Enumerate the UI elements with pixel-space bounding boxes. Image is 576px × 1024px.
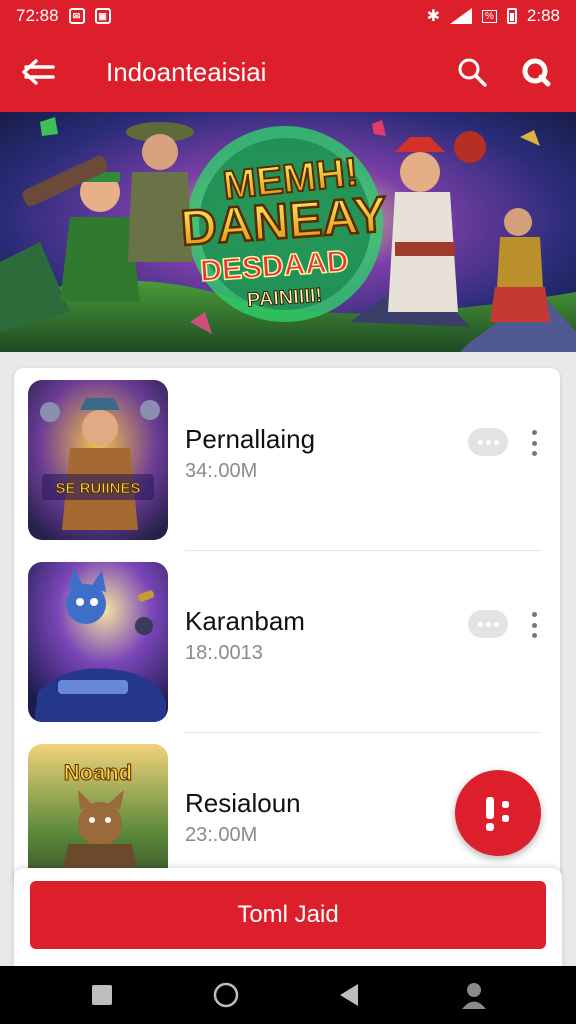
game-thumbnail: SE RUIINES bbox=[28, 380, 168, 540]
back-button[interactable] bbox=[18, 52, 58, 92]
status-time-left: 72:88 bbox=[16, 6, 59, 25]
data-icon: % bbox=[482, 9, 497, 23]
svg-text:Noand: Noand bbox=[64, 760, 132, 785]
signal-icon bbox=[450, 8, 472, 24]
game-thumbnail bbox=[28, 562, 168, 722]
svg-text:SE RUIINES: SE RUIINES bbox=[55, 480, 140, 497]
item-size: 23:.00M bbox=[185, 824, 258, 846]
system-nav-bar bbox=[0, 966, 576, 1024]
more-options-pill[interactable] bbox=[468, 428, 508, 456]
item-title: Resialoun bbox=[185, 788, 301, 818]
item-size: 34:.00M bbox=[185, 460, 258, 482]
square-icon bbox=[92, 985, 112, 1005]
back-nav-button[interactable] bbox=[330, 975, 370, 1015]
profile-button[interactable] bbox=[454, 975, 494, 1015]
notification-icon: ▣ bbox=[94, 8, 111, 24]
floating-action-button[interactable] bbox=[455, 770, 541, 856]
list-item[interactable]: SE RUIINES Pernallaing 34:.00M bbox=[14, 368, 560, 550]
search-button[interactable] bbox=[450, 50, 494, 94]
battery-icon bbox=[506, 8, 517, 24]
page-title: Indoanteaisiai bbox=[106, 56, 267, 87]
app-notification-icon: ✉ bbox=[68, 8, 85, 24]
home-button[interactable] bbox=[206, 975, 246, 1015]
item-title: Karanbam bbox=[185, 606, 305, 636]
more-options-pill[interactable] bbox=[468, 610, 508, 638]
triangle-back-icon bbox=[340, 984, 358, 1006]
game-thumbnail: Noand bbox=[28, 744, 168, 888]
item-title: Pernallaing bbox=[185, 424, 316, 454]
hero-banner[interactable]: MEMH! DANEAY DESDAAD PAINIIII! bbox=[0, 112, 576, 352]
recents-button[interactable] bbox=[82, 975, 122, 1015]
circle-icon bbox=[213, 982, 239, 1008]
list-item[interactable]: Karanbam 18:.0013 bbox=[14, 550, 560, 732]
bottom-action-bar: Toml Jaid bbox=[14, 868, 562, 968]
alert-icon bbox=[486, 797, 509, 831]
search-alt-button[interactable] bbox=[514, 50, 558, 94]
back-arrow-icon bbox=[22, 59, 55, 85]
primary-action-button[interactable]: Toml Jaid bbox=[30, 881, 546, 949]
status-bar: 72:88 ✉ ▣ ✱ % 2:88 bbox=[0, 0, 576, 32]
status-time-right: 2:88 bbox=[526, 6, 560, 25]
overflow-menu-icon[interactable] bbox=[524, 428, 544, 458]
bluetooth-icon: ✱ bbox=[426, 8, 440, 25]
search-alt-icon bbox=[522, 58, 551, 87]
search-icon bbox=[458, 58, 487, 87]
app-bar: Indoanteaisiai bbox=[0, 32, 576, 112]
overflow-menu-icon[interactable] bbox=[524, 610, 544, 640]
item-size: 18:.0013 bbox=[185, 642, 263, 664]
user-icon bbox=[462, 983, 486, 1009]
